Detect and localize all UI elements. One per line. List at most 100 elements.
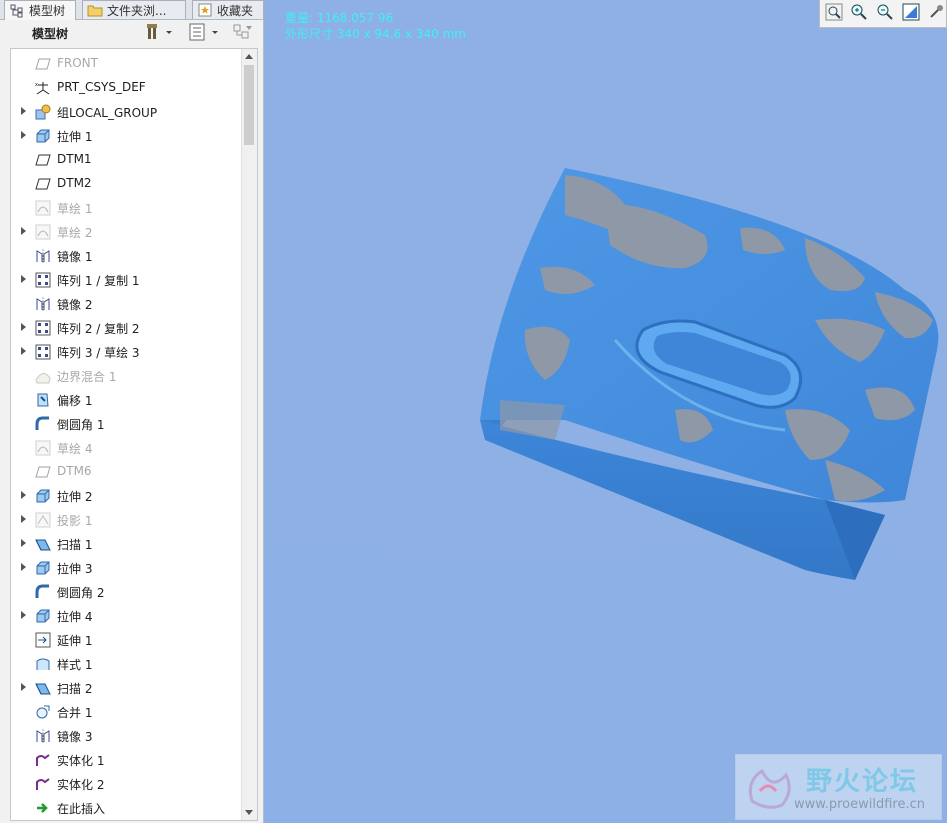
tree-item-label: 拉伸 3 [57, 562, 93, 576]
tree-item-label: 阵列 1 / 复制 1 [57, 274, 140, 288]
tree-item[interactable]: 阵列 2 / 复制 2 [11, 316, 241, 340]
datum-plane-icon [35, 464, 51, 480]
watermark-url: www.proewildfire.cn [794, 797, 925, 812]
tree-item-label: 镜像 1 [57, 250, 93, 264]
offset-icon [35, 392, 51, 408]
tab-model-tree[interactable]: 模型树 [4, 0, 76, 20]
tree-filter-button[interactable] [232, 24, 254, 42]
expand-arrow-icon[interactable] [21, 275, 26, 283]
expand-arrow-icon[interactable] [21, 107, 26, 115]
tree-item-label: 拉伸 1 [57, 130, 93, 144]
expand-arrow-icon[interactable] [21, 227, 26, 235]
refit-button[interactable] [901, 3, 921, 24]
tree-item[interactable]: 镜像 1 [11, 244, 241, 268]
tree-item[interactable]: 在此插入 [11, 796, 241, 820]
tree-item[interactable]: 拉伸 4 [11, 604, 241, 628]
tree-scrollbar[interactable] [241, 49, 257, 820]
tree-item[interactable]: 拉伸 2 [11, 484, 241, 508]
tree-item[interactable]: 倒圆角 2 [11, 580, 241, 604]
tree-item-label: FRONT [57, 56, 98, 70]
tree-item[interactable]: 阵列 3 / 草绘 3 [11, 340, 241, 364]
expand-arrow-icon[interactable] [21, 563, 26, 571]
tree-item[interactable]: 拉伸 1 [11, 124, 241, 148]
graphics-viewport[interactable]: 重量: 1168.057 96 外形尺寸 340 x 94.6 x 340 mm [265, 0, 947, 823]
tree-item[interactable]: x PRT_CSYS_DEF [11, 76, 241, 100]
expand-arrow-icon[interactable] [21, 683, 26, 691]
model-tree-icon [9, 4, 25, 18]
tree-item[interactable]: 样式 1 [11, 652, 241, 676]
tree-item-label: 组LOCAL_GROUP [57, 106, 158, 120]
tree-item-label: 合并 1 [57, 706, 93, 720]
tree-item-label: 草绘 4 [57, 442, 93, 456]
tree-item[interactable]: 拉伸 3 [11, 556, 241, 580]
tree-item[interactable]: 阵列 1 / 复制 1 [11, 268, 241, 292]
model-tree: FRONT x PRT_CSYS_DEF 组LOCAL_GROUP 拉伸 1 DTM1 DT… [10, 48, 258, 821]
datum-plane-icon [35, 152, 51, 168]
tree-item-label: 实体化 2 [57, 778, 105, 792]
tab-folder-browser[interactable]: 文件夹浏... [82, 0, 186, 19]
tree-item[interactable]: 草绘 2 [11, 220, 241, 244]
datum-plane-icon [35, 56, 51, 72]
tree-item[interactable]: FRONT [11, 52, 241, 76]
zoom-window-button[interactable] [824, 3, 844, 24]
datum-plane-icon [35, 176, 51, 192]
tree-item[interactable]: 草绘 1 [11, 196, 241, 220]
insert-here-arrow-icon [35, 800, 51, 816]
round-icon [35, 584, 51, 600]
3d-model[interactable] [265, 0, 947, 823]
tree-item[interactable]: 实体化 2 [11, 772, 241, 796]
tab-label: 模型树 [29, 4, 66, 18]
tree-item-label: 延伸 1 [57, 634, 93, 648]
navigator-tabbar: 模型树 文件夹浏... 收藏夹 [0, 0, 264, 20]
expand-arrow-icon[interactable] [21, 491, 26, 499]
tree-settings-button[interactable] [146, 23, 172, 44]
tree-item[interactable]: 草绘 4 [11, 436, 241, 460]
tools-settings-icon [146, 23, 172, 44]
zoom-out-button[interactable] [875, 4, 895, 24]
tree-show-button[interactable] [188, 23, 222, 44]
scroll-down-arrow-icon[interactable] [245, 810, 253, 815]
tree-item[interactable]: 组LOCAL_GROUP [11, 100, 241, 124]
tree-item-label: 拉伸 2 [57, 490, 93, 504]
tree-item[interactable]: 实体化 1 [11, 748, 241, 772]
expand-arrow-icon[interactable] [21, 539, 26, 547]
svg-text:x: x [35, 82, 38, 88]
pin-button[interactable] [926, 4, 946, 24]
scroll-up-arrow-icon[interactable] [245, 54, 253, 59]
tree-item-label: 扫描 2 [57, 682, 93, 696]
csys-icon: x [35, 80, 51, 96]
tree-item[interactable]: 延伸 1 [11, 628, 241, 652]
tree-item-label: 草绘 1 [57, 202, 93, 216]
tree-item[interactable]: 镜像 2 [11, 292, 241, 316]
tree-item-label: 边界混合 1 [57, 370, 117, 384]
tree-item[interactable]: DTM2 [11, 172, 241, 196]
model-tree-title: 模型树 [32, 27, 69, 41]
tree-item[interactable]: 边界混合 1 [11, 364, 241, 388]
tree-item[interactable]: 倒圆角 1 [11, 412, 241, 436]
tree-item[interactable]: DTM6 [11, 460, 241, 484]
tree-item[interactable]: 扫描 1 [11, 532, 241, 556]
tree-item[interactable]: 扫描 2 [11, 676, 241, 700]
expand-arrow-icon[interactable] [21, 323, 26, 331]
expand-arrow-icon[interactable] [21, 347, 26, 355]
expand-arrow-icon[interactable] [21, 611, 26, 619]
extend-icon [35, 632, 51, 648]
show-list-icon [188, 23, 222, 44]
watermark-logo-icon [742, 761, 796, 816]
tree-item[interactable]: DTM1 [11, 148, 241, 172]
tree-item[interactable]: 合并 1 [11, 700, 241, 724]
model-tree-panel: 模型树 文件夹浏... 收藏夹 模型树 FRONT x PRT_CSYS_DEF… [0, 0, 264, 823]
mirror-icon [35, 728, 51, 744]
pattern-icon [35, 344, 51, 360]
tab-favorites[interactable]: 收藏夹 [192, 0, 264, 19]
tree-item-label: 投影 1 [57, 514, 93, 528]
tree-item-label: 阵列 2 / 复制 2 [57, 322, 140, 336]
tree-item[interactable]: 偏移 1 [11, 388, 241, 412]
zoom-in-icon [850, 3, 868, 24]
expand-arrow-icon[interactable] [21, 131, 26, 139]
zoom-in-button[interactable] [850, 4, 870, 24]
tree-item[interactable]: 投影 1 [11, 508, 241, 532]
tree-item[interactable]: 镜像 3 [11, 724, 241, 748]
scroll-thumb[interactable] [244, 65, 254, 145]
expand-arrow-icon[interactable] [21, 515, 26, 523]
